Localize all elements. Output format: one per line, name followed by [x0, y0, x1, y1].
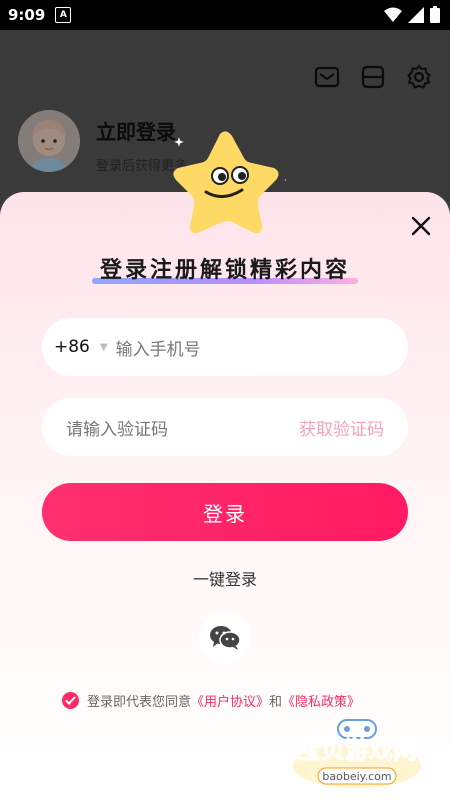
site-watermark-logo: 宝贝游戏网 baobeiy.com — [293, 719, 421, 788]
one-key-login-link[interactable]: 一键登录 — [0, 566, 450, 590]
status-time: 9:09 — [8, 6, 46, 24]
watermark-url: baobeiy.com — [322, 770, 391, 783]
wifi-icon — [384, 7, 402, 22]
watermark-name: 宝贝游戏网 — [297, 736, 417, 764]
login-button[interactable]: 登录 — [42, 483, 408, 541]
close-icon[interactable] — [410, 215, 432, 237]
agreement-row: 登录即代表您同意 《用户协议》 和 《隐私政策》 — [62, 691, 360, 710]
privacy-policy-link[interactable]: 《隐私政策》 — [282, 691, 360, 710]
agreement-and: 和 — [269, 695, 283, 710]
wechat-icon — [210, 626, 241, 650]
user-agreement-link[interactable]: 《用户协议》 — [191, 691, 269, 710]
phone-input-placeholder[interactable]: 输入手机号 — [116, 335, 201, 360]
signal-icon — [408, 6, 424, 23]
country-code-selector[interactable]: +86 — [54, 337, 90, 357]
agreement-prefix: 登录即代表您同意 — [87, 695, 192, 710]
battery-icon — [430, 6, 440, 23]
headline-title: 登录注册解锁精彩内容 — [99, 258, 350, 283]
notification-a-icon: A — [55, 7, 72, 23]
status-bar: 9:09 A — [0, 0, 450, 30]
status-icons — [384, 6, 440, 23]
verification-code-field[interactable]: 请输入验证码 获取验证码 — [42, 398, 408, 456]
phone-input-field[interactable]: +86 ▼ 输入手机号 — [42, 318, 408, 376]
dropdown-arrow-icon[interactable]: ▼ — [100, 342, 108, 353]
code-input-placeholder[interactable]: 请输入验证码 — [66, 415, 168, 440]
star-mascot-icon — [173, 131, 286, 234]
check-icon — [65, 696, 76, 705]
agreement-checkbox[interactable] — [62, 692, 79, 709]
wechat-login-button[interactable] — [199, 612, 251, 664]
get-code-button[interactable]: 获取验证码 — [299, 415, 384, 440]
